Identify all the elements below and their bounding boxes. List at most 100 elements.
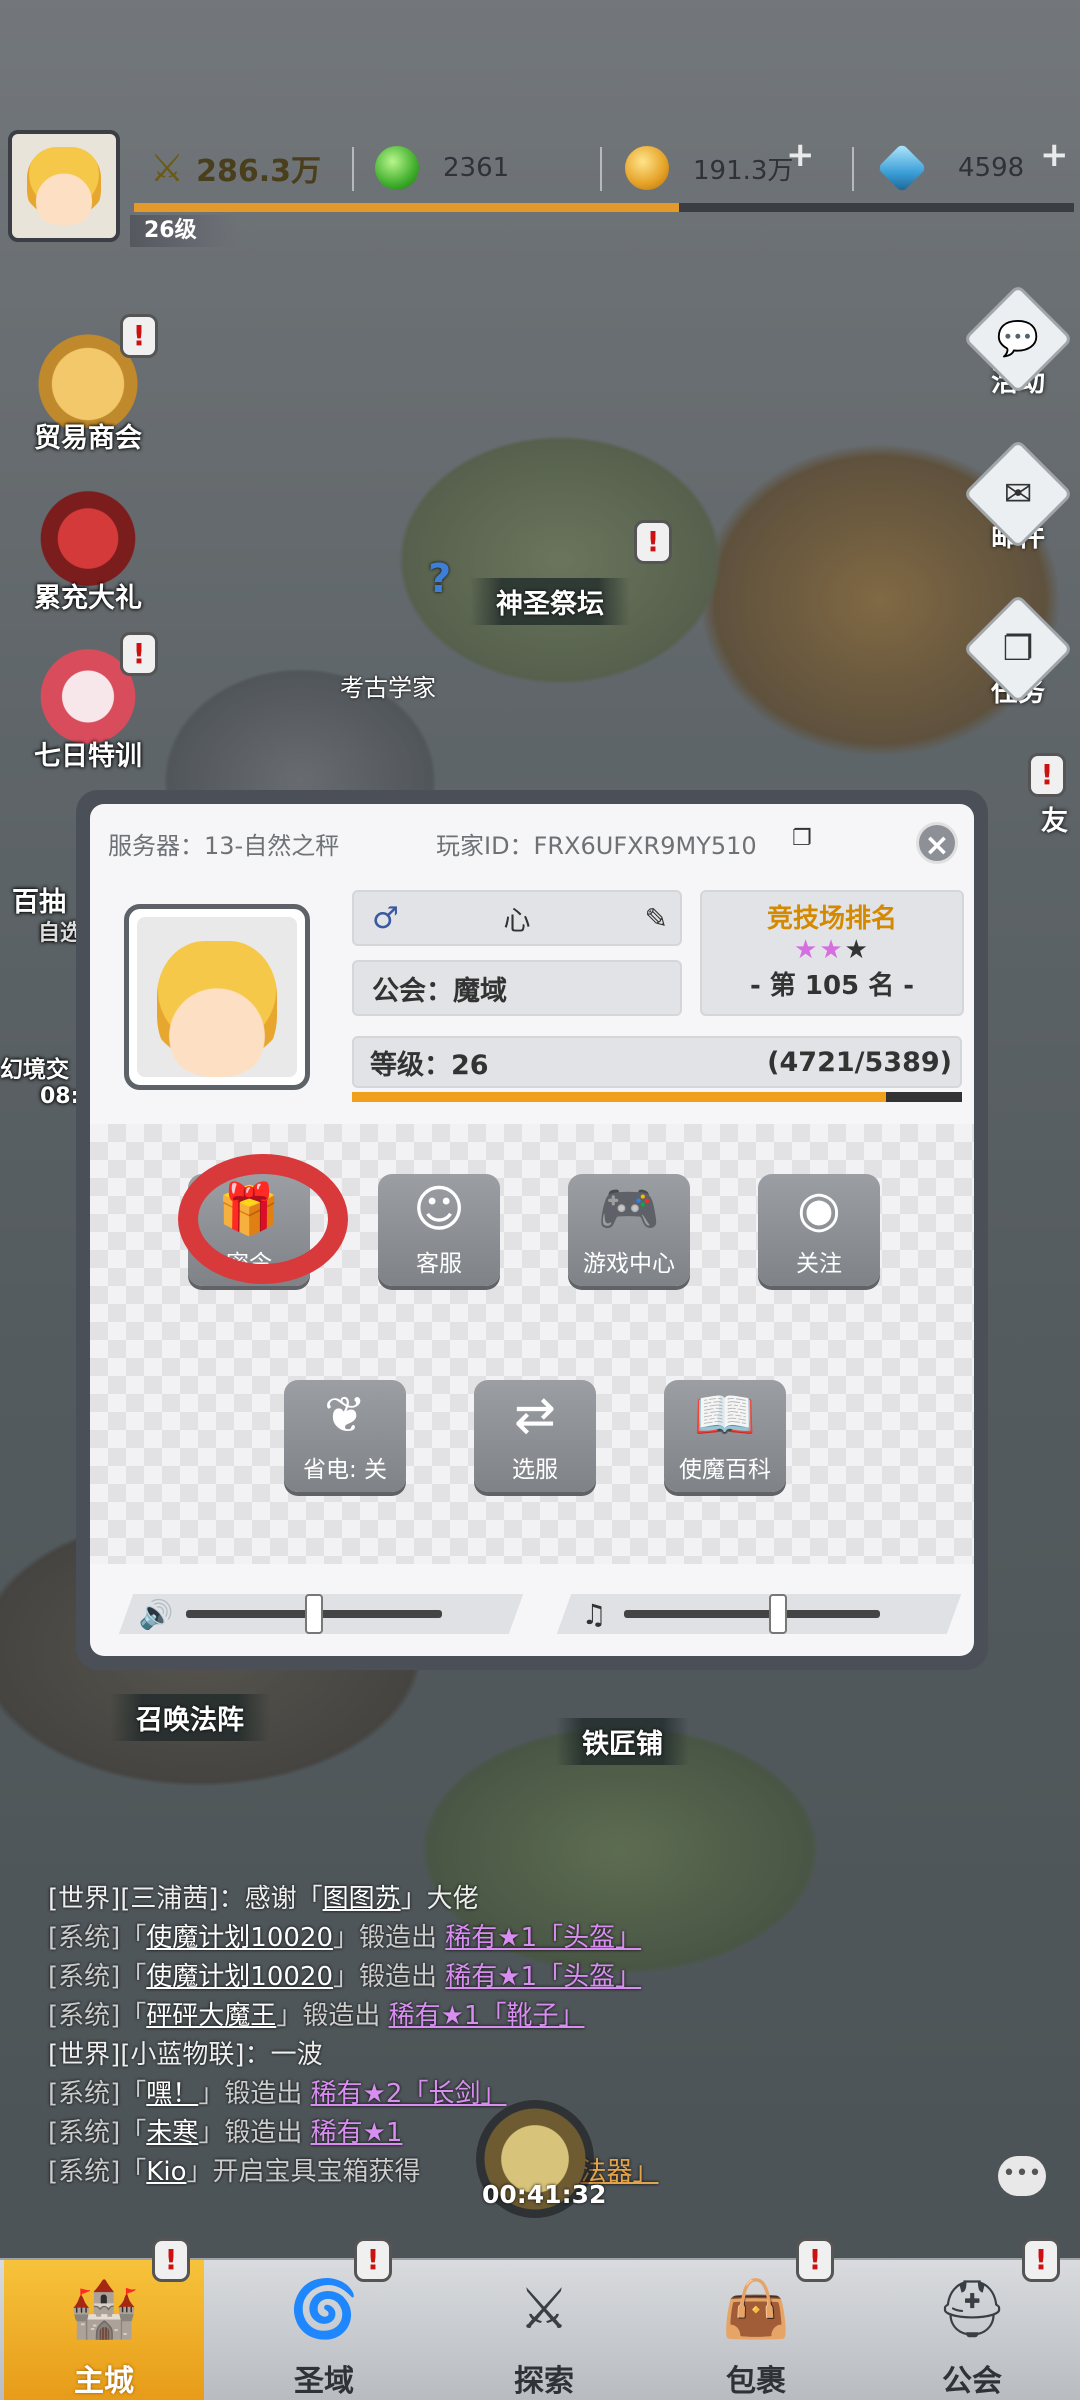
alert-badge-icon: !	[796, 2238, 834, 2282]
select-server-label: 选服	[512, 1457, 558, 1483]
secret-code-button[interactable]: 🎁 密令	[188, 1174, 310, 1286]
add-diamond-icon[interactable]: +	[1040, 135, 1076, 175]
quests-button[interactable]: ❐ 任务	[962, 593, 1074, 765]
archaeologist-label[interactable]: 考古学家	[340, 668, 436, 703]
chat-text: 」锻造出	[276, 2001, 381, 2031]
chat-channel: [系统]「	[48, 2001, 147, 2031]
recharge-gift-label: 累充大礼	[34, 583, 142, 614]
select-server-button[interactable]: ⇄ 选服	[474, 1380, 596, 1492]
copy-id-icon[interactable]: ❐	[792, 826, 812, 851]
alert-badge-icon: !	[120, 632, 158, 676]
question-mark-icon: ?	[428, 556, 452, 602]
rank-stars: ★★★	[794, 935, 870, 965]
trade-guild-shortcut[interactable]: 贸易商会 !	[8, 314, 168, 455]
combat-power-value: 286.3万	[196, 154, 321, 189]
player-profile-dialog: 服务器：13-自然之秤 玩家ID：FRX6UFXR9MY510 ❐ × ♂ 心 …	[76, 790, 988, 1670]
gold-value: 191.3万	[693, 155, 794, 186]
profile-avatar-bg	[137, 917, 297, 1077]
music-slider-handle[interactable]	[768, 1594, 787, 1634]
gem-value: 2361	[443, 153, 510, 183]
chat-bubble-icon[interactable]: •••	[998, 2156, 1046, 2196]
chat-item[interactable]: 稀有★2「长剑」	[311, 2079, 507, 2109]
alert-badge-icon: !	[1028, 753, 1066, 797]
nav-explore-label: 探索	[514, 2364, 574, 2399]
player-name: 心	[503, 905, 531, 937]
nav-main-city[interactable]: 🏰 主城 !	[4, 2238, 204, 2400]
gold-coin-icon	[625, 146, 669, 190]
profile-avatar[interactable]	[124, 904, 310, 1090]
arena-rank-box[interactable]: 竞技场排名 ★★★ - 第 105 名 -	[700, 890, 964, 1016]
chat-user[interactable]: 未寒	[146, 2118, 198, 2148]
chat-item[interactable]: 稀有★1「靴子」	[389, 2001, 585, 2031]
player-level-tag: 26级	[130, 215, 237, 247]
sound-slider-track[interactable]	[186, 1594, 442, 1634]
chat-user[interactable]: 使魔计划10020	[146, 1962, 333, 1992]
chat-user[interactable]: 嘿！	[146, 2079, 198, 2109]
sword-stone-icon: ⚔	[518, 2277, 570, 2342]
nav-sanctuary[interactable]: 🌀 圣域 !	[224, 2238, 424, 2400]
game-center-button[interactable]: 🎮 游戏中心	[568, 1174, 690, 1286]
swap-arrows-icon: ⇄	[514, 1386, 556, 1444]
chat-item[interactable]: 稀有★1「头盔」	[445, 1962, 641, 1992]
chat-text: 」锻造出	[198, 2118, 303, 2148]
gold-counter: 191.3万	[625, 143, 793, 193]
alert-badge-icon: !	[152, 2238, 190, 2282]
secret-code-label: 密令	[226, 1251, 272, 1277]
chat-user[interactable]: 图图苏	[323, 1884, 401, 1914]
chat-line: [世界][小蓝物联]：一波	[48, 2036, 948, 2075]
power-saving-button[interactable]: ❦ 省电: 关	[284, 1380, 406, 1492]
trade-guild-label: 贸易商会	[34, 423, 142, 454]
chat-user[interactable]: 砰砰大魔王	[146, 2001, 276, 2031]
player-id: 玩家ID：FRX6UFXR9MY510	[436, 832, 757, 860]
power-saving-label: 省电: 关	[302, 1457, 388, 1483]
blue-diamond-icon	[877, 143, 927, 193]
follow-button[interactable]: ◉ 关注	[758, 1174, 880, 1286]
chat-item[interactable]: 稀有★1「头盔」	[445, 1923, 641, 1953]
leaf-icon: ❦	[324, 1386, 366, 1444]
music-slider-track[interactable]	[624, 1594, 880, 1634]
sound-volume-slider[interactable]: 🔊	[118, 1594, 524, 1634]
chat-user[interactable]: 使魔计划10020	[146, 1923, 333, 1953]
speaker-icon: 🔊	[138, 1597, 174, 1631]
chat-item[interactable]: 稀有★1	[311, 2118, 403, 2148]
customer-service-button[interactable]: ☺ 客服	[378, 1174, 500, 1286]
music-volume-slider[interactable]: ♫	[556, 1594, 962, 1634]
profile-panel: 服务器：13-自然之秤 玩家ID：FRX6UFXR9MY510 ❐ × ♂ 心 …	[90, 804, 974, 1656]
nav-explore[interactable]: ⚔ 探索	[444, 2260, 644, 2400]
nav-inventory[interactable]: 👜 包裹 !	[656, 2238, 856, 2400]
chat-user[interactable]: Kio	[146, 2157, 186, 2187]
player-avatar[interactable]	[8, 130, 120, 242]
player-exp-fill	[134, 203, 680, 212]
mail-button[interactable]: ✉ 邮件	[962, 438, 1074, 610]
summon-circle-label[interactable]: 召唤法阵	[110, 1694, 270, 1741]
recharge-gift-shortcut[interactable]: 累充大礼	[8, 478, 168, 615]
profile-avatar-face	[157, 941, 277, 1077]
familiar-encyclopedia-button[interactable]: 📖 使魔百科	[664, 1380, 786, 1492]
combat-power: ⚔ 286.3万	[150, 143, 321, 193]
sound-slider-handle[interactable]	[305, 1594, 323, 1634]
alert-badge-icon: !	[354, 2238, 392, 2282]
edit-icon[interactable]: ✎	[645, 902, 668, 935]
chat-line: [系统]「使魔计划10020」锻造出 稀有★1「头盔」	[48, 1919, 948, 1958]
male-gender-icon: ♂	[372, 900, 399, 936]
close-icon[interactable]: ×	[916, 822, 958, 864]
green-gem-icon	[375, 146, 419, 190]
open-book-icon: 📖	[693, 1386, 757, 1444]
player-name-field[interactable]: ♂ 心 ✎	[352, 890, 682, 946]
customer-service-label: 客服	[416, 1251, 462, 1277]
follow-label: 关注	[796, 1251, 842, 1277]
nav-guild[interactable]: ⛑ 公会 !	[872, 2238, 1072, 2400]
add-gold-icon[interactable]: +	[786, 135, 822, 175]
bottom-navigation: 🏰 主城 ! 🌀 圣域 ! ⚔ 探索 👜 包裹 ! ⛑ 公会 !	[0, 2238, 1080, 2400]
chat-channel: [系统]「	[48, 1923, 147, 1953]
smithy-label[interactable]: 铁匠铺	[556, 1718, 689, 1765]
chat-line: [系统]「砰砰大魔王」锻造出 稀有★1「靴子」	[48, 1997, 948, 2036]
seven-day-training-shortcut[interactable]: 七日特训 !	[8, 632, 168, 773]
events-button[interactable]: 💬 活动	[962, 283, 1074, 455]
divider	[852, 147, 854, 191]
sacred-altar-label[interactable]: 神圣祭坛	[470, 578, 630, 625]
gem-counter: 2361	[375, 143, 509, 193]
diamond-counter: 4598	[877, 143, 1024, 193]
crossed-swords-icon: ⚔	[150, 146, 185, 190]
chat-line: [系统]「嘿！」锻造出 稀有★2「长剑」	[48, 2075, 948, 2114]
